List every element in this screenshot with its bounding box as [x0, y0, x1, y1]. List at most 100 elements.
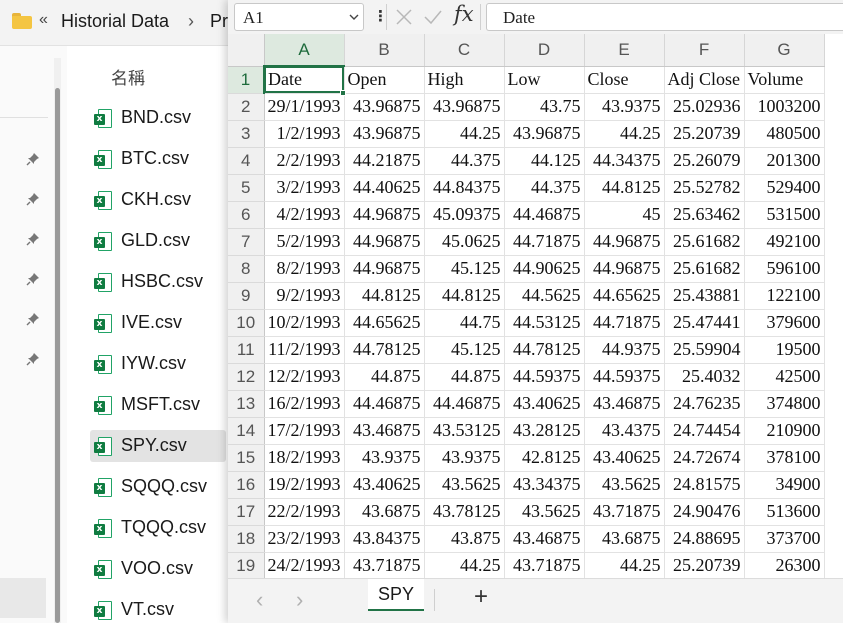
cell[interactable]: 43.6875	[584, 525, 665, 553]
cell[interactable]: 42500	[744, 363, 825, 391]
pin-icon[interactable]	[26, 232, 40, 246]
row-header[interactable]: 13	[228, 390, 265, 418]
column-header-name[interactable]: 名稱	[111, 64, 145, 89]
cell[interactable]: 18/2/1993	[264, 444, 345, 472]
cell[interactable]: High	[424, 66, 505, 94]
cell[interactable]: 43.71875	[344, 552, 425, 578]
cell[interactable]: 513600	[744, 498, 825, 526]
cell[interactable]: 596100	[744, 255, 825, 283]
row-header[interactable]: 8	[228, 255, 265, 283]
row-header[interactable]: 10	[228, 309, 265, 337]
cell[interactable]: 25.4032	[664, 363, 745, 391]
cell[interactable]: 531500	[744, 201, 825, 229]
cell-grid[interactable]: ABCDEFG 1 Date Open High Low Close Adj Close Vo…	[228, 34, 843, 578]
row-header[interactable]: 14	[228, 417, 265, 445]
row-header[interactable]: 15	[228, 444, 265, 472]
cell[interactable]: 43.71875	[504, 552, 585, 578]
cell[interactable]: 44.25	[424, 120, 505, 148]
cell[interactable]: Open	[344, 66, 425, 94]
cell[interactable]: 44.96875	[584, 255, 665, 283]
cell[interactable]: 43.78125	[424, 498, 505, 526]
cell[interactable]: 379600	[744, 309, 825, 337]
cell[interactable]: 43.96875	[424, 93, 505, 121]
nav-scrollbar-thumb[interactable]	[55, 88, 60, 623]
cell[interactable]: 16/2/1993	[264, 390, 345, 418]
cell[interactable]: 43.4375	[584, 417, 665, 445]
cell[interactable]: 44.25	[424, 552, 505, 578]
nav-item-selected[interactable]	[0, 578, 46, 618]
breadcrumb-separator-icon[interactable]: ›	[188, 11, 194, 32]
cell[interactable]: 43.46875	[344, 417, 425, 445]
pin-icon[interactable]	[26, 152, 40, 166]
cell[interactable]: 43.84375	[344, 525, 425, 553]
sheet-tab-spy[interactable]: SPY	[368, 579, 424, 611]
cell[interactable]: 43.6875	[344, 498, 425, 526]
cell[interactable]: 44.375	[424, 147, 505, 175]
cell[interactable]: 44.65625	[344, 309, 425, 337]
column-header-d[interactable]: D	[504, 34, 585, 67]
cell[interactable]: 44.96875	[344, 255, 425, 283]
cell[interactable]: 25.61682	[664, 255, 745, 283]
file-item[interactable]: x VOO.csv	[90, 553, 226, 585]
cell[interactable]: 43.96875	[344, 93, 425, 121]
breadcrumb-overflow-chevron[interactable]: «	[39, 11, 48, 29]
cell[interactable]: 44.78125	[504, 336, 585, 364]
cell[interactable]: 480500	[744, 120, 825, 148]
cell[interactable]: 378100	[744, 444, 825, 472]
file-item[interactable]: x TQQQ.csv	[90, 512, 226, 544]
cell[interactable]: 44.9375	[584, 336, 665, 364]
cell[interactable]: 43.9375	[584, 93, 665, 121]
cell[interactable]: 43.53125	[424, 417, 505, 445]
cell[interactable]: 43.34375	[504, 471, 585, 499]
cell[interactable]: 5/2/1993	[264, 228, 345, 256]
column-header-f[interactable]: F	[664, 34, 745, 67]
cell[interactable]: 42.8125	[504, 444, 585, 472]
cell[interactable]: 10/2/1993	[264, 309, 345, 337]
cell[interactable]: 43.5625	[584, 471, 665, 499]
cell[interactable]: 43.875	[424, 525, 505, 553]
select-all-corner[interactable]	[228, 34, 265, 67]
row-header[interactable]: 1	[228, 66, 265, 94]
cell[interactable]: 25.59904	[664, 336, 745, 364]
cell[interactable]: 25.43881	[664, 282, 745, 310]
cell[interactable]: 25.63462	[664, 201, 745, 229]
cell[interactable]: 24.90476	[664, 498, 745, 526]
cell[interactable]: 44.71875	[584, 309, 665, 337]
file-item[interactable]: x IYW.csv	[90, 348, 226, 380]
pin-icon[interactable]	[26, 272, 40, 286]
cell[interactable]: 44.875	[344, 363, 425, 391]
file-item[interactable]: x SPY.csv	[90, 430, 226, 462]
fill-handle[interactable]	[340, 90, 346, 96]
cell[interactable]: 43.28125	[504, 417, 585, 445]
add-sheet-button[interactable]: +	[474, 583, 488, 611]
cell[interactable]: 44.25	[584, 552, 665, 578]
cell[interactable]: 44.46875	[504, 201, 585, 229]
address-bar[interactable]: « Historial Data › Pr	[0, 0, 240, 46]
cell[interactable]: 12/2/1993	[264, 363, 345, 391]
file-item[interactable]: x SQQQ.csv	[90, 471, 226, 503]
cell[interactable]: 43.71875	[584, 498, 665, 526]
cell[interactable]: 210900	[744, 417, 825, 445]
cell[interactable]: 44.875	[424, 363, 505, 391]
cell[interactable]: 45.09375	[424, 201, 505, 229]
cell[interactable]: 44.8125	[584, 174, 665, 202]
name-box[interactable]: A1	[234, 3, 364, 31]
pin-icon[interactable]	[26, 312, 40, 326]
cell[interactable]: 25.52782	[664, 174, 745, 202]
cell[interactable]: 44.5625	[504, 282, 585, 310]
previous-sheet-icon[interactable]: ‹	[256, 587, 263, 613]
cell[interactable]: 45.0625	[424, 228, 505, 256]
cell[interactable]: 19/2/1993	[264, 471, 345, 499]
enter-check-icon[interactable]	[423, 7, 443, 27]
cell[interactable]: 44.78125	[344, 336, 425, 364]
cancel-icon[interactable]	[394, 7, 414, 27]
cell[interactable]: 4/2/1993	[264, 201, 345, 229]
row-header[interactable]: 5	[228, 174, 265, 202]
cell[interactable]: 43.9375	[344, 444, 425, 472]
file-item[interactable]: x GLD.csv	[90, 225, 226, 257]
cell[interactable]: 44.96875	[344, 201, 425, 229]
file-item[interactable]: x HSBC.csv	[90, 266, 226, 298]
cell[interactable]: 19500	[744, 336, 825, 364]
row-header[interactable]: 2	[228, 93, 265, 121]
cell[interactable]: 44.84375	[424, 174, 505, 202]
